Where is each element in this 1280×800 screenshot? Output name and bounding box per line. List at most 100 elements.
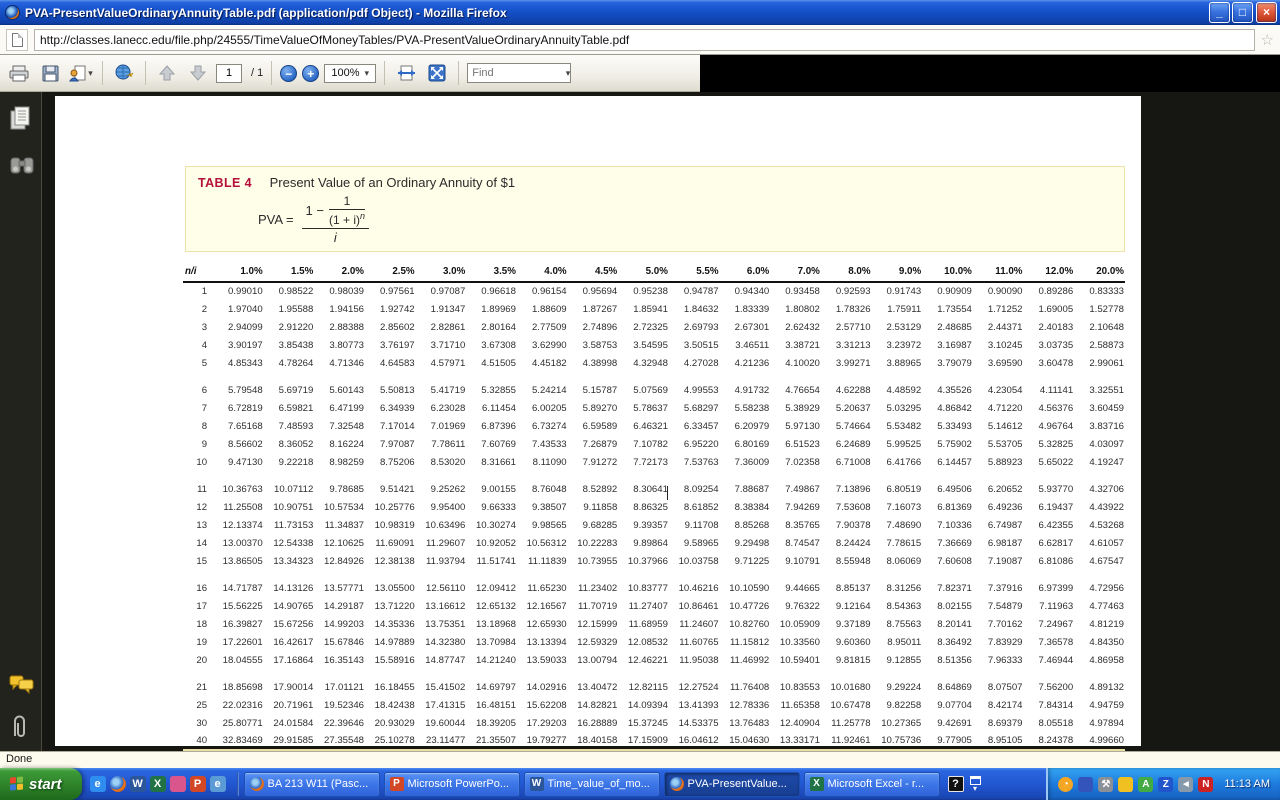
value-cell: 6.98187: [973, 534, 1024, 552]
maximize-button[interactable]: □: [1232, 2, 1253, 23]
bookmark-star-icon[interactable]: ☆: [1261, 31, 1274, 49]
word-icon[interactable]: W: [130, 776, 146, 792]
taskbar-task-button[interactable]: PMicrosoft PowerPo...: [384, 772, 520, 797]
value-cell: 9.10791: [770, 552, 821, 570]
value-cell: 5.75902: [922, 435, 973, 453]
find-box[interactable]: ▾: [467, 63, 571, 83]
close-button[interactable]: ×: [1256, 2, 1277, 23]
value-cell: 9.37189: [821, 615, 872, 633]
email-button[interactable]: ▾: [68, 60, 94, 86]
previous-page-button[interactable]: [154, 60, 180, 86]
pages-panel-button[interactable]: [9, 106, 33, 132]
key-icon[interactable]: [170, 776, 186, 792]
firefox-icon: [250, 777, 264, 791]
powerpoint-icon[interactable]: P: [190, 776, 206, 792]
value-cell: 6.20979: [720, 417, 771, 435]
find-input[interactable]: [468, 67, 564, 79]
clock-icon[interactable]: ◔: [1058, 777, 1073, 792]
zoom-in-button[interactable]: +: [302, 65, 319, 82]
taskbar-task-button[interactable]: BA 213 W11 (Pasc...: [244, 772, 380, 797]
value-cell: 9.71225: [720, 552, 771, 570]
value-cell: 6.81086: [1024, 552, 1075, 570]
firefox-icon[interactable]: [110, 776, 126, 792]
period-cell: 4: [183, 336, 213, 354]
zoom-level-select[interactable]: 100% ▾: [324, 64, 376, 83]
value-cell: 13.86505: [213, 552, 264, 570]
value-cell: 8.42174: [973, 696, 1024, 714]
save-icon: [42, 65, 59, 82]
upload-document-button[interactable]: [111, 60, 137, 86]
value-cell: 13.70984: [466, 633, 517, 651]
value-cell: 7.72173: [618, 453, 669, 471]
value-cell: 10.46216: [669, 579, 720, 597]
value-cell: 11.60765: [669, 633, 720, 651]
fit-width-icon: [397, 65, 416, 81]
column-header: 3.5%: [466, 264, 517, 282]
value-cell: 4.76654: [770, 381, 821, 399]
task-buttons: BA 213 W11 (Pasc...PMicrosoft PowerPo...…: [242, 772, 942, 797]
value-cell: 0.96154: [517, 282, 568, 300]
fit-width-button[interactable]: [393, 60, 419, 86]
toolbar-separator: [458, 61, 459, 85]
attachments-panel-button[interactable]: [9, 714, 31, 740]
minimize-button[interactable]: _: [1209, 2, 1230, 23]
value-cell: 10.90751: [264, 498, 315, 516]
value-cell: 11.11839: [517, 552, 568, 570]
value-cell: 18.04555: [213, 651, 264, 669]
taskbar-task-button[interactable]: PVA-PresentValue...: [664, 772, 800, 797]
help-icon[interactable]: ?: [948, 776, 964, 792]
value-cell: 10.86461: [669, 597, 720, 615]
table-row: 43.901973.854383.807733.761973.717103.67…: [183, 336, 1125, 354]
print-button[interactable]: [6, 60, 32, 86]
value-cell: 3.50515: [669, 336, 720, 354]
value-cell: 6.74987: [973, 516, 1024, 534]
window-titlebar[interactable]: PVA-PresentValueOrdinaryAnnuityTable.pdf…: [0, 0, 1280, 25]
start-button[interactable]: start: [0, 768, 82, 800]
value-cell: 8.30641: [618, 480, 669, 498]
value-cell: 2.48685: [922, 318, 973, 336]
value-cell: 10.56312: [517, 534, 568, 552]
excel-icon[interactable]: X: [150, 776, 166, 792]
value-cell: 14.09394: [618, 696, 669, 714]
globe-page-icon: [115, 64, 134, 82]
value-cell: 15.04630: [720, 732, 771, 750]
shield-icon[interactable]: [1118, 777, 1133, 792]
update-icon[interactable]: A: [1138, 777, 1153, 792]
zoom-out-button[interactable]: −: [280, 65, 297, 82]
search-panel-button[interactable]: [9, 154, 35, 176]
internet-explorer-icon[interactable]: e: [90, 776, 106, 792]
table-title-box: TABLE 4 Present Value of an Ordinary Ann…: [185, 166, 1125, 252]
site-favicon: [6, 29, 28, 51]
value-cell: 1.94156: [314, 300, 365, 318]
page-number-input[interactable]: [216, 64, 242, 83]
outlook-express-icon[interactable]: e: [210, 776, 226, 792]
value-cell: 1.87267: [568, 300, 619, 318]
wrench-icon[interactable]: ⚒: [1098, 777, 1113, 792]
network-icon[interactable]: [1078, 777, 1093, 792]
taskbar-task-button[interactable]: XMicrosoft Excel - r...: [804, 772, 940, 797]
value-cell: 11.70719: [568, 597, 619, 615]
value-cell: 7.56200: [1024, 678, 1075, 696]
next-page-button[interactable]: [185, 60, 211, 86]
save-button[interactable]: [37, 60, 63, 86]
value-cell: 12.82115: [618, 678, 669, 696]
taskbar-task-button[interactable]: WTime_value_of_mo...: [524, 772, 660, 797]
url-input[interactable]: [34, 29, 1255, 51]
value-cell: 10.83777: [618, 579, 669, 597]
value-cell: 11.76408: [720, 678, 771, 696]
comments-panel-button[interactable]: [9, 674, 35, 694]
value-cell: 5.58238: [720, 399, 771, 417]
novell-icon[interactable]: N: [1198, 777, 1213, 792]
value-cell: 1.78326: [821, 300, 872, 318]
volume-icon[interactable]: ◄: [1178, 777, 1193, 792]
value-cell: 22.39646: [314, 714, 365, 732]
value-cell: 5.93770: [1024, 480, 1075, 498]
value-cell: 7.53763: [669, 453, 720, 471]
fit-page-button[interactable]: [424, 60, 450, 86]
value-cell: 4.51505: [466, 354, 517, 372]
value-cell: 1.69005: [1024, 300, 1075, 318]
formula-inner-denominator: (1 + i)n: [329, 211, 365, 227]
show-desktop-icon[interactable]: ▾: [970, 776, 981, 792]
value-cell: 10.33560: [770, 633, 821, 651]
zone-icon[interactable]: Z: [1158, 777, 1173, 792]
